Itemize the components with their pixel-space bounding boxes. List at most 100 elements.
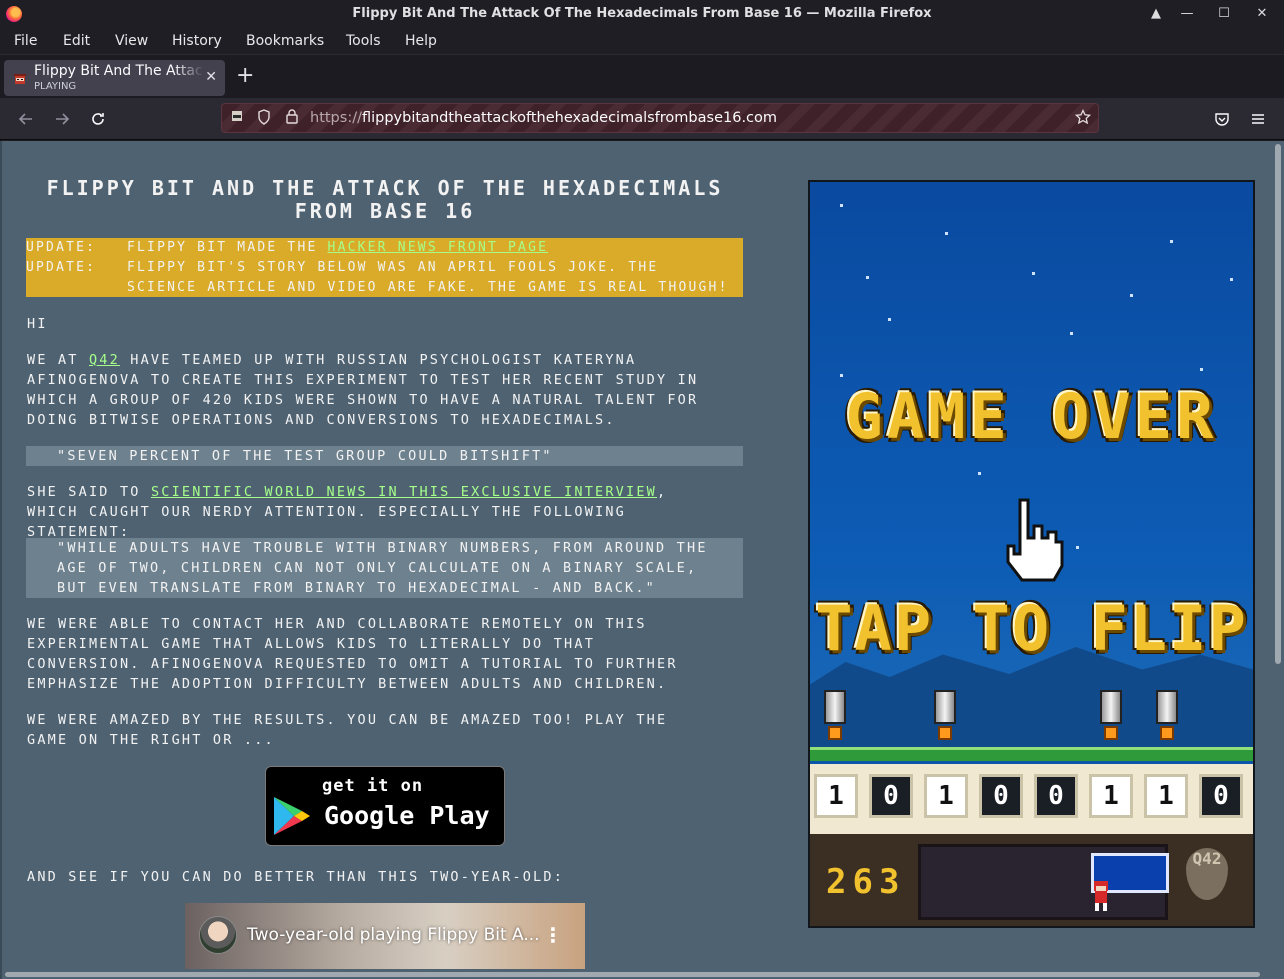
intro-paragraph: We at Q42 have teamed up with Russian ps… xyxy=(27,350,717,430)
menu-view[interactable]: View xyxy=(115,33,148,49)
quote-bitshift: "Seven percent of the test group could b… xyxy=(57,448,553,464)
bit-toggle-3[interactable]: 0 xyxy=(1034,774,1078,818)
vertical-scrollbar-thumb[interactable] xyxy=(1275,144,1281,664)
game-room-scene xyxy=(918,844,1169,920)
pocket-button[interactable] xyxy=(1210,107,1234,131)
ninja-favicon-icon xyxy=(14,74,26,84)
game-score: 263 xyxy=(826,862,906,902)
menu-bar: File Edit View History Bookmarks Tools H… xyxy=(0,28,1284,54)
star xyxy=(978,472,981,475)
bit-toggle-7[interactable]: 1 xyxy=(814,774,858,818)
update-text-prefix: Flippy Bit made the xyxy=(127,240,328,255)
star xyxy=(1170,240,1173,243)
lock-icon[interactable] xyxy=(283,109,301,127)
menu-tools[interactable]: Tools xyxy=(346,33,381,49)
video-more-options-icon[interactable]: ⋮ xyxy=(543,923,563,947)
horizontal-scrollbar[interactable] xyxy=(2,969,1274,979)
star xyxy=(888,318,891,321)
menu-bookmarks[interactable]: Bookmarks xyxy=(246,33,324,49)
page-headline: Flippy Bit and the Attack of the Hexadec… xyxy=(46,176,724,223)
bit-toggle-2[interactable]: 1 xyxy=(1089,774,1133,818)
star xyxy=(1200,368,1203,371)
pointing-hand-icon xyxy=(1006,498,1064,582)
cannon xyxy=(1152,690,1182,742)
star xyxy=(866,276,869,279)
window-maximize-button[interactable]: ☐ xyxy=(1213,4,1235,24)
bit-toggle-0[interactable]: 0 xyxy=(1199,774,1243,818)
quote-binary: "While adults have trouble with binary n… xyxy=(57,540,708,596)
menu-help[interactable]: Help xyxy=(405,33,437,49)
window-shade-button[interactable]: ▲ xyxy=(1145,4,1167,24)
menu-file[interactable]: File xyxy=(14,33,37,49)
flippy-bit-game-canvas[interactable]: GAME OVER TAP TO FLIP 1 0 1 0 0 1 1 0 26… xyxy=(808,180,1255,928)
youtube-video-embed[interactable]: Two-year-old playing Flippy Bit A... ⋮ xyxy=(185,903,585,979)
tap-to-flip-text: TAP TO FLIP xyxy=(815,592,1248,665)
window-titlebar: Flippy Bit And The Attack Of The Hexadec… xyxy=(0,0,1284,28)
star xyxy=(840,204,843,207)
app-menu-button[interactable] xyxy=(1246,107,1270,131)
intro-body: have teamed up with Russian psychologist… xyxy=(27,352,699,428)
vertical-scrollbar[interactable] xyxy=(1272,141,1284,979)
tab-flippy-bit[interactable]: Flippy Bit And The Attack Of The Hexadec… xyxy=(4,60,225,96)
star xyxy=(840,374,843,377)
tab-title: Flippy Bit And The Attack Of The Hexadec… xyxy=(34,63,204,79)
menu-edit[interactable]: Edit xyxy=(63,33,90,49)
q42-logo[interactable]: Q42 xyxy=(1186,848,1228,900)
cannon xyxy=(820,690,850,742)
window-close-button[interactable]: ✕ xyxy=(1251,4,1273,24)
greeting-text: Hi xyxy=(27,316,48,332)
url-text[interactable]: https://flippybitandtheattackofthehexade… xyxy=(310,110,777,126)
flippy-bit-character-icon xyxy=(1094,881,1108,911)
hacker-news-link[interactable]: Hacker News front page xyxy=(328,240,549,255)
tab-playing-label: PLAYING xyxy=(34,81,77,92)
interview-prefix: She said to xyxy=(27,484,151,500)
quote-box-bitshift: "Seven percent of the test group could b… xyxy=(26,446,743,466)
ninja-site-icon xyxy=(228,109,246,127)
menu-history[interactable]: History xyxy=(172,33,222,49)
scientific-world-news-link[interactable]: Scientific World News in this exclusive … xyxy=(151,484,657,500)
tab-strip: Flippy Bit And The Attack Of The Hexadec… xyxy=(0,54,1284,98)
reload-icon xyxy=(92,113,104,125)
bit-toggle-6[interactable]: 0 xyxy=(869,774,913,818)
game-ground xyxy=(810,747,1253,761)
url-protocol: https:// xyxy=(310,110,362,126)
address-bar[interactable]: https://flippybitandtheattackofthehexade… xyxy=(221,103,1099,133)
window-title: Flippy Bit And The Attack Of The Hexadec… xyxy=(352,6,932,21)
url-host: flippybitandtheattackofthehexadecimalsfr… xyxy=(361,110,778,126)
update-label: Update: xyxy=(26,240,97,255)
forward-button[interactable] xyxy=(50,107,74,131)
navigation-toolbar: https://flippybitandtheattackofthehexade… xyxy=(0,98,1284,140)
star xyxy=(1070,332,1073,335)
bit-toggle-row: 1 0 1 0 0 1 1 0 xyxy=(810,764,1253,834)
star xyxy=(1130,294,1133,297)
tracking-protection-shield-icon[interactable] xyxy=(255,109,273,127)
game-hud: 263 Q42 xyxy=(810,834,1253,926)
reload-button[interactable] xyxy=(86,107,110,131)
bit-toggle-5[interactable]: 1 xyxy=(924,774,968,818)
star xyxy=(945,232,948,235)
update-text: Flippy Bit made the Hacker News front pa… xyxy=(127,238,737,258)
google-play-small-text: get it on xyxy=(322,776,424,796)
horizontal-scrollbar-thumb[interactable] xyxy=(5,972,1260,977)
cannon xyxy=(930,690,960,742)
google-play-badge[interactable]: get it on Google Play xyxy=(265,766,505,846)
window-minimize-button[interactable]: — xyxy=(1176,4,1198,24)
amazed-paragraph: We were amazed by the results. You can b… xyxy=(27,712,668,748)
bit-toggle-1[interactable]: 1 xyxy=(1144,774,1188,818)
back-arrow-icon xyxy=(18,113,32,125)
tab-close-icon[interactable]: ✕ xyxy=(205,69,217,85)
star xyxy=(1076,546,1079,549)
hamburger-menu-icon xyxy=(1252,114,1264,124)
two-year-old-paragraph: And see if you can do better than this t… xyxy=(27,869,565,885)
bit-toggle-4[interactable]: 0 xyxy=(979,774,1023,818)
q42-link[interactable]: Q42 xyxy=(89,352,120,368)
channel-avatar[interactable] xyxy=(199,916,237,954)
new-tab-button[interactable]: + xyxy=(236,65,254,87)
video-title[interactable]: Two-year-old playing Flippy Bit A... xyxy=(247,925,540,945)
bookmark-star-icon[interactable] xyxy=(1074,108,1092,127)
contact-paragraph: We were able to contact her and collabor… xyxy=(27,616,678,692)
back-button[interactable] xyxy=(14,107,38,131)
update-notice-box: Update: Flippy Bit made the Hacker News … xyxy=(26,238,743,297)
google-play-triangle-icon xyxy=(274,797,310,835)
star xyxy=(1230,278,1233,281)
